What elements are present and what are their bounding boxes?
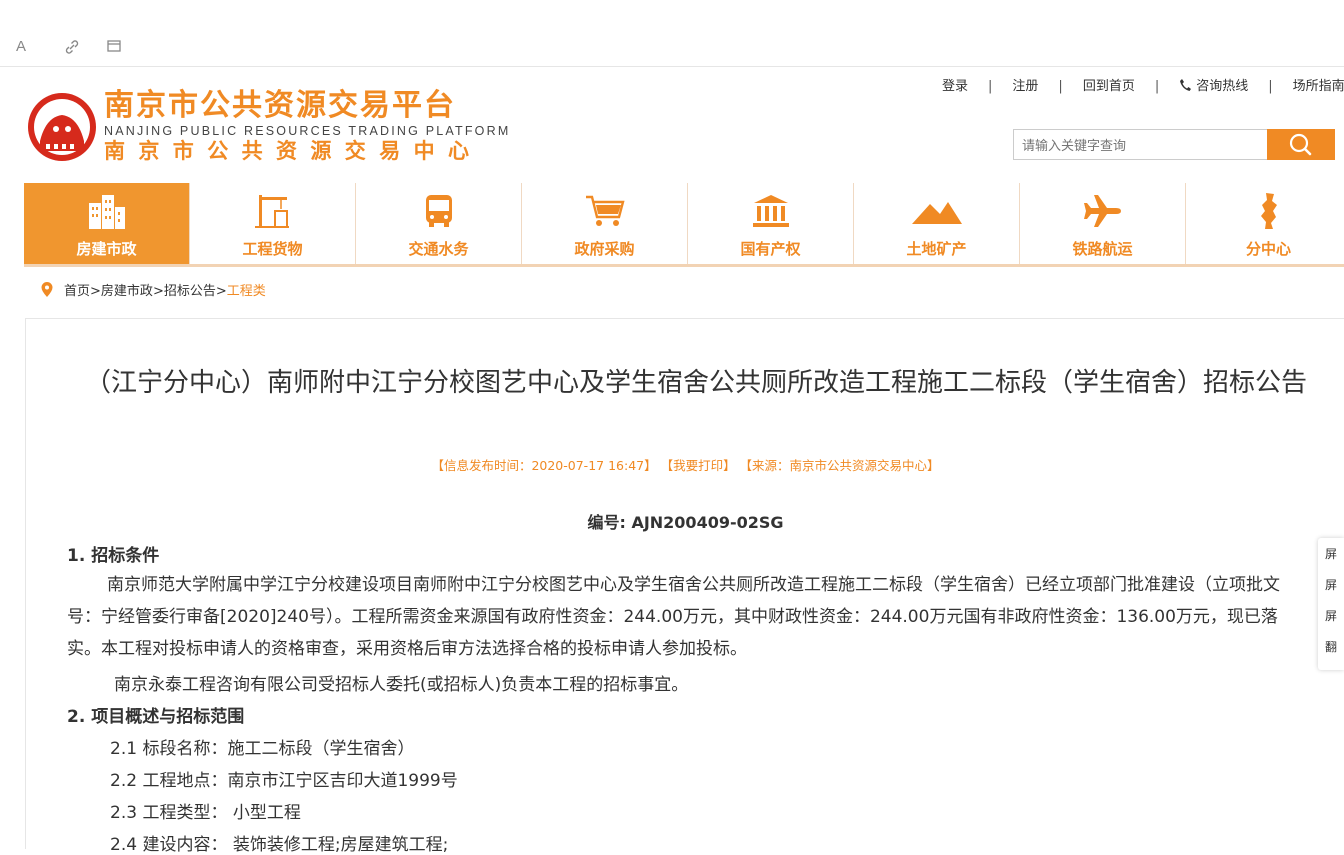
brand-name-cn: 南京市公共资源交易平台 <box>104 88 456 123</box>
site-header: 南京市公共资源交易平台 NANJING PUBLIC RESOURCES TRA… <box>0 67 1344 182</box>
nav-item-housing[interactable]: 房建市政 <box>24 183 190 264</box>
link-icon[interactable] <box>62 38 82 58</box>
bank-icon <box>688 191 853 231</box>
article-meta: 【信息发布时间：2020-07-17 16:47】 【我要打印】 【来源：南京市… <box>431 458 940 473</box>
side-tool-item[interactable]: 翻 <box>1318 633 1344 662</box>
top-links: 登录 | 注册 | 回到首页 | 咨询热线 | 场所指南 <box>942 75 1344 94</box>
breadcrumb-separator: > <box>215 284 227 299</box>
article-title: （江宁分中心）南师附中江宁分校图艺中心及学生宿舍公共厕所改造工程施工二标段（学生… <box>84 368 1307 398</box>
phone-icon <box>1179 79 1196 94</box>
breadcrumb-separator: > <box>90 284 101 299</box>
section-heading: 1. 招标条件 <box>67 546 160 566</box>
nav-item-procurement[interactable]: 政府采购 <box>522 183 688 264</box>
window-icon[interactable] <box>104 38 124 58</box>
paragraph: 南京师范大学附属中学江宁分校建设项目南师附中江宁分校图艺中心及学生宿舍公共厕所改… <box>67 575 1280 659</box>
breadcrumb-current[interactable]: 工程类 <box>227 284 266 299</box>
nanjing-emblem-icon[interactable] <box>26 91 98 163</box>
breadcrumb-separator: > <box>152 284 164 299</box>
nav-label: 土地矿产 <box>906 240 967 258</box>
section-heading: 2. 项目概述与招标范围 <box>67 707 245 727</box>
mountain-icon <box>854 191 1019 231</box>
login-link[interactable]: 登录 <box>942 79 968 94</box>
nav-item-land-minerals[interactable]: 土地矿产 <box>854 183 1020 264</box>
side-tool-item[interactable]: 屏 <box>1318 602 1344 631</box>
divider: | <box>1058 79 1063 94</box>
breadcrumb-housing[interactable]: 房建市政 <box>101 284 153 299</box>
article-panel: （江宁分中心）南师附中江宁分校图艺中心及学生宿舍公共厕所改造工程施工二标段（学生… <box>25 318 1344 855</box>
buildings-icon <box>24 191 189 231</box>
register-link[interactable]: 注册 <box>1012 79 1038 94</box>
nav-label: 政府采购 <box>574 240 635 258</box>
divider: | <box>988 79 993 94</box>
brand-block[interactable]: 南京市公共资源交易平台 NANJING PUBLIC RESOURCES TRA… <box>104 88 511 164</box>
brand-center-cn: 南京市公共资源交易中心 <box>104 139 483 163</box>
paragraph: 南京永泰工程咨询有限公司受招标人委托(或招标人)负责本工程的招标事宜。 <box>114 675 689 695</box>
nav-item-rail-shipping[interactable]: 铁路航运 <box>1020 183 1186 264</box>
font-size-icon[interactable]: A <box>11 38 31 58</box>
nav-label: 国有产权 <box>740 240 801 258</box>
search-input[interactable] <box>1020 135 1269 157</box>
cart-icon <box>522 191 687 231</box>
divider: | <box>1154 79 1160 94</box>
list-item: 2.1 标段名称：施工二标段（学生宿舍） <box>110 739 415 759</box>
search-icon <box>1289 133 1312 156</box>
crane-icon <box>190 191 355 231</box>
breadcrumb-notices[interactable]: 招标公告 <box>164 284 216 299</box>
brand-name-en: NANJING PUBLIC RESOURCES TRADING PLATFOR… <box>104 124 511 138</box>
side-tool-item[interactable]: 屏 <box>1318 571 1344 600</box>
search-button[interactable] <box>1267 129 1335 160</box>
article-code: 编号: AJN200409-02SG <box>587 513 784 532</box>
list-item: 2.4 建设内容： 装饰装修工程;房屋建筑工程; <box>110 835 449 855</box>
divider: | <box>1268 79 1273 94</box>
nav-item-transport[interactable]: 交通水务 <box>356 183 522 264</box>
nav-item-sub-center[interactable]: 分中心 <box>1186 183 1344 264</box>
bus-icon <box>356 191 521 231</box>
nav-item-engineering-goods[interactable]: 工程货物 <box>190 183 356 264</box>
nav-label: 房建市政 <box>76 240 137 258</box>
list-item: 2.2 工程地点：南京市江宁区吉印大道1999号 <box>110 771 458 791</box>
reader-toolbar: A <box>0 0 1344 67</box>
home-link[interactable]: 回到首页 <box>1083 79 1135 94</box>
hotline-link[interactable]: 咨询热线 <box>1196 79 1248 94</box>
plane-icon <box>1020 191 1185 231</box>
guide-link[interactable]: 场所指南 <box>1293 79 1344 94</box>
nav-label: 工程货物 <box>242 240 303 258</box>
nav-item-state-property[interactable]: 国有产权 <box>688 183 854 264</box>
side-tool-item[interactable]: 屏 <box>1318 540 1344 569</box>
breadcrumb-home[interactable]: 首页 <box>64 284 90 299</box>
search-box <box>1013 129 1335 160</box>
sub-center-icon <box>1186 191 1344 231</box>
nav-label: 铁路航运 <box>1072 240 1133 258</box>
location-pin-icon <box>41 282 53 297</box>
nav-label: 分中心 <box>1245 240 1291 258</box>
nav-label: 交通水务 <box>408 240 469 258</box>
list-item: 2.3 工程类型： 小型工程 <box>110 803 301 823</box>
main-nav: 房建市政 工程货物 交通水务 政府采购 国有产权 土地矿产 铁路航运 分中心 <box>24 183 1344 267</box>
breadcrumb: 首页>房建市政>招标公告>工程类 <box>40 280 266 299</box>
floating-side-toolbar: 屏 屏 屏 翻 <box>1318 538 1344 670</box>
